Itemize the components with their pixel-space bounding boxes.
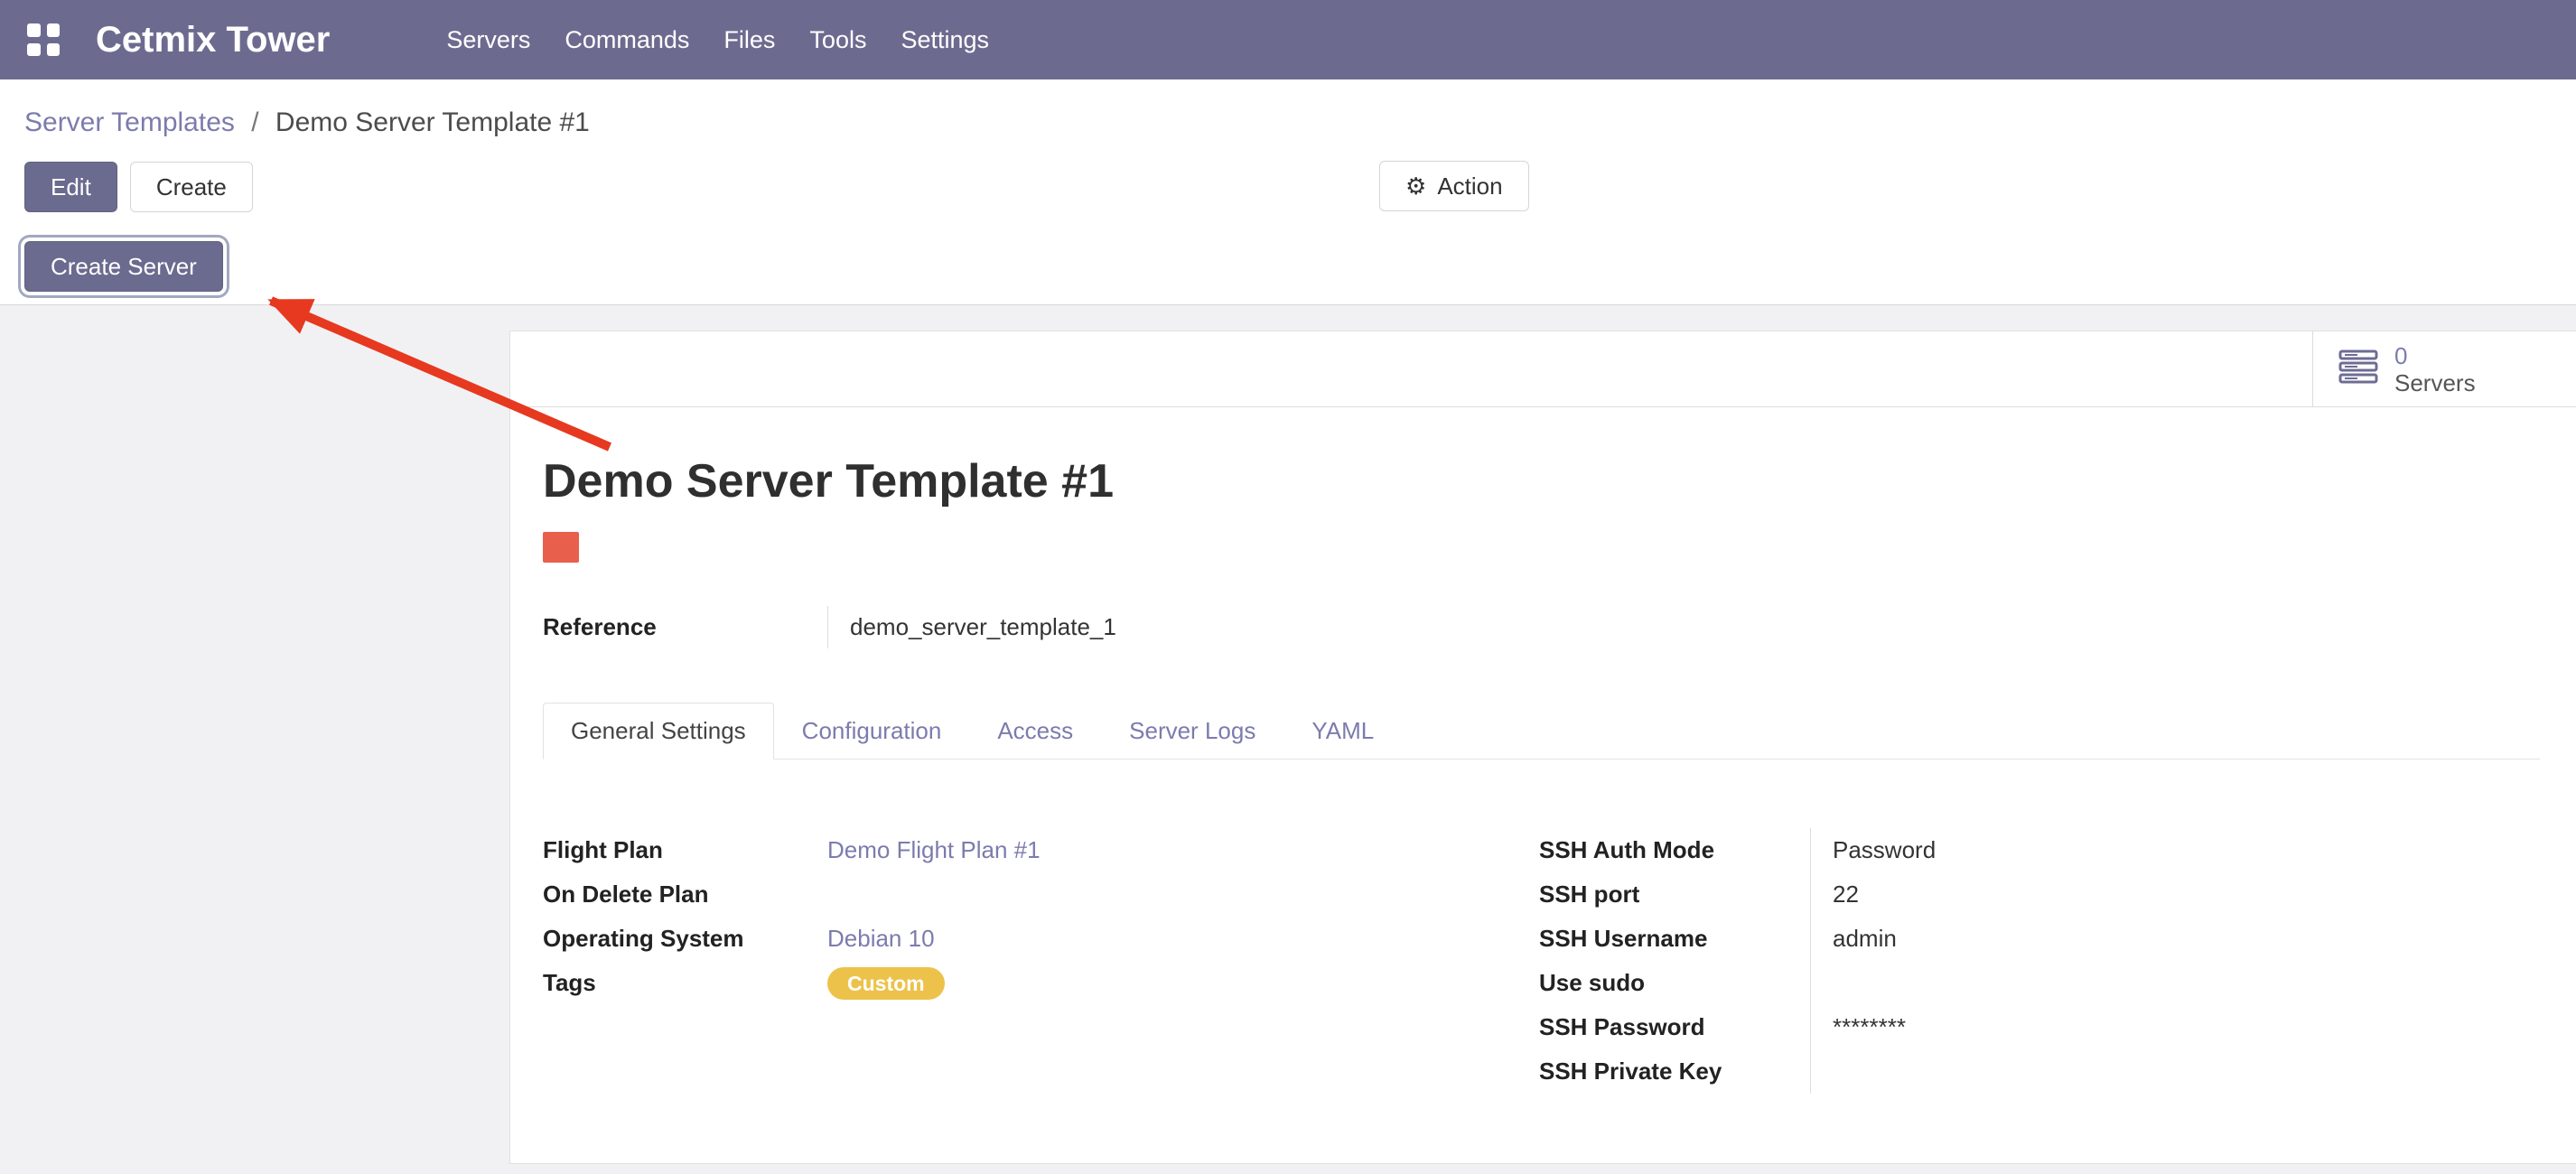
field-tags: Tags Custom (543, 961, 1539, 1005)
servers-count-label: Servers (2394, 369, 2476, 396)
menu-files[interactable]: Files (706, 0, 792, 79)
flight-plan-label: Flight Plan (543, 836, 827, 864)
tags-value: Custom (827, 967, 945, 1000)
servers-stat-button[interactable]: 0 Servers (2312, 331, 2576, 406)
ssh-port-value: 22 (1810, 872, 2497, 917)
menu-servers[interactable]: Servers (429, 0, 547, 79)
field-use-sudo: Use sudo (1539, 961, 2497, 1005)
field-group-left: Flight Plan Demo Flight Plan #1 On Delet… (543, 828, 1539, 1094)
tag-custom[interactable]: Custom (827, 967, 945, 1000)
reference-value: demo_server_template_1 (827, 606, 1116, 648)
tab-configuration[interactable]: Configuration (774, 703, 970, 759)
field-operating-system: Operating System Debian 10 (543, 917, 1539, 961)
reference-field: Reference demo_server_template_1 (543, 606, 2540, 648)
create-server-button[interactable]: Create Server (24, 241, 223, 292)
stat-text: 0 Servers (2394, 342, 2476, 396)
action-button-label: Action (1437, 172, 1502, 200)
gear-icon: ⚙ (1405, 174, 1426, 198)
use-sudo-label: Use sudo (1539, 969, 1810, 997)
notebook-tabs: General Settings Configuration Access Se… (543, 703, 2540, 759)
menu-tools[interactable]: Tools (792, 0, 883, 79)
tab-server-logs[interactable]: Server Logs (1101, 703, 1283, 759)
sheet-body: Demo Server Template #1 Reference demo_s… (510, 407, 2576, 1094)
form-statusbar: Create Server (0, 233, 2576, 305)
tab-yaml[interactable]: YAML (1283, 703, 1402, 759)
ssh-username-value: admin (1810, 917, 2497, 961)
operating-system-label: Operating System (543, 925, 827, 953)
ssh-password-label: SSH Password (1539, 1013, 1810, 1041)
record-title: Demo Server Template #1 (543, 454, 2540, 508)
breadcrumb-parent-link[interactable]: Server Templates (24, 107, 235, 137)
breadcrumb-current: Demo Server Template #1 (275, 107, 590, 137)
field-ssh-auth-mode: SSH Auth Mode Password (1539, 828, 2497, 872)
breadcrumb: Server Templates / Demo Server Template … (24, 105, 2576, 141)
action-button[interactable]: ⚙ Action (1379, 161, 1529, 211)
menu-settings[interactable]: Settings (883, 0, 1006, 79)
ssh-port-label: SSH port (1539, 880, 1810, 908)
control-buttons-row: Edit Create ⚙ Action (24, 161, 2576, 213)
tab-general-settings[interactable]: General Settings (543, 703, 774, 759)
main-menu: Servers Commands Files Tools Settings (429, 0, 1006, 79)
reference-label: Reference (543, 613, 827, 641)
field-ssh-password: SSH Password ******** (1539, 1005, 2497, 1049)
sheet-header: 0 Servers (510, 331, 2576, 407)
field-group-right: SSH Auth Mode Password SSH port 22 SSH U… (1539, 828, 2497, 1094)
ssh-auth-mode-label: SSH Auth Mode (1539, 836, 1810, 864)
apps-grid-icon[interactable] (27, 23, 60, 56)
field-on-delete-plan: On Delete Plan (543, 872, 1539, 917)
use-sudo-value (1810, 961, 2497, 1005)
ssh-private-key-value (1810, 1049, 2497, 1094)
servers-count: 0 (2394, 342, 2476, 369)
form-sheet: 0 Servers Demo Server Template #1 Refere… (509, 331, 2576, 1164)
breadcrumb-separator: / (251, 107, 258, 137)
on-delete-plan-label: On Delete Plan (543, 880, 827, 908)
ssh-private-key-label: SSH Private Key (1539, 1058, 1810, 1085)
app-brand[interactable]: Cetmix Tower (96, 20, 330, 61)
ssh-username-label: SSH Username (1539, 925, 1810, 953)
control-panel: Server Templates / Demo Server Template … (0, 79, 2576, 233)
ssh-auth-mode-value: Password (1810, 828, 2497, 872)
top-navbar: Cetmix Tower Servers Commands Files Tool… (0, 0, 2576, 79)
content-area: 0 Servers Demo Server Template #1 Refere… (0, 305, 2576, 1174)
menu-commands[interactable]: Commands (547, 0, 706, 79)
color-swatch (543, 532, 579, 563)
flight-plan-value[interactable]: Demo Flight Plan #1 (827, 836, 1041, 864)
operating-system-value[interactable]: Debian 10 (827, 925, 935, 953)
field-ssh-port: SSH port 22 (1539, 872, 2497, 917)
tab-content-general-settings: Flight Plan Demo Flight Plan #1 On Delet… (543, 759, 2540, 1094)
create-button[interactable]: Create (130, 162, 253, 212)
tags-label: Tags (543, 969, 827, 997)
tab-access[interactable]: Access (969, 703, 1101, 759)
servers-icon (2338, 349, 2378, 389)
field-ssh-username: SSH Username admin (1539, 917, 2497, 961)
edit-button[interactable]: Edit (24, 162, 117, 212)
field-ssh-private-key: SSH Private Key (1539, 1049, 2497, 1094)
field-flight-plan: Flight Plan Demo Flight Plan #1 (543, 828, 1539, 872)
ssh-password-value: ******** (1810, 1005, 2497, 1049)
